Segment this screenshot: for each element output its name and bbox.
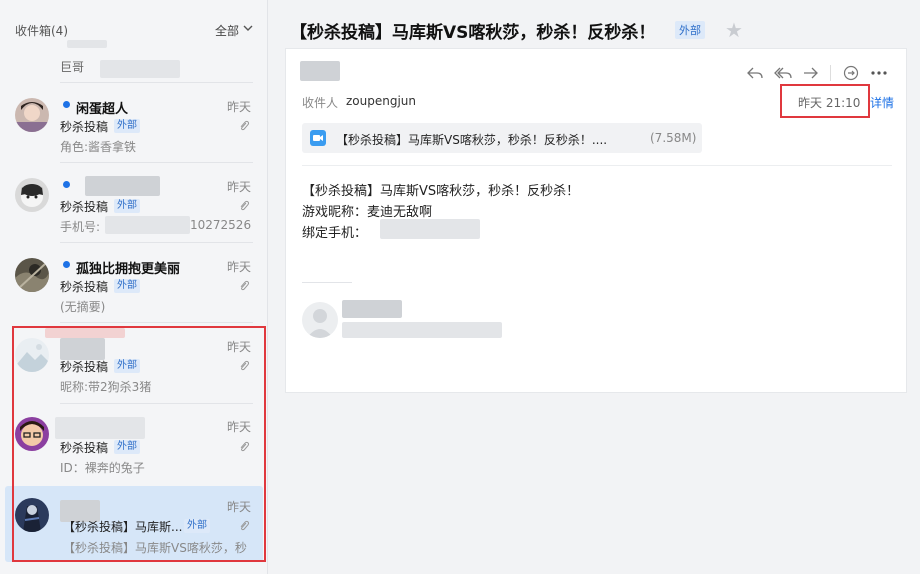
redacted-sender (300, 61, 340, 81)
body-line: 【秒杀投稿】马库斯VS喀秋莎，秒杀！反秒杀！ (302, 184, 580, 199)
item-summary-tail: 10272526 (190, 218, 252, 232)
unread-indicator (63, 261, 70, 268)
recipient-label: 收件人 (302, 96, 339, 110)
redacted-signature (342, 300, 402, 318)
item-sender: 闲蛋超人 (76, 102, 129, 117)
mail-list-item[interactable]: 闲蛋超人 昨天 秒杀投稿 外部 角色:酱香拿铁 (5, 84, 263, 162)
item-date: 昨天 (227, 420, 252, 434)
item-date: 昨天 (227, 180, 252, 194)
item-subject: 秒杀投稿 (60, 360, 109, 374)
item-date: 昨天 (227, 100, 252, 114)
divider (60, 322, 253, 323)
mail-list-item[interactable]: 孤独比拥抱更美丽 昨天 秒杀投稿 外部 (无摘要) (5, 244, 263, 322)
redacted-text (67, 40, 107, 48)
attachment-clip-icon (240, 280, 250, 291)
redacted-sender (60, 338, 105, 360)
body-line: 绑定手机： (302, 226, 368, 241)
signature-avatar (302, 302, 338, 338)
external-badge: 外部 (114, 440, 140, 454)
mail-card: 收件人 zoupengjun 昨天 21:10 详情 【秒杀投稿】马库斯VS喀秋… (285, 48, 907, 393)
menu-dots-icon[interactable] (870, 65, 888, 81)
divider (302, 165, 892, 166)
attachment-clip-icon (240, 441, 250, 452)
mail-subject: 【秒杀投稿】马库斯VS喀秋莎，秒杀！反秒杀！ (290, 23, 656, 43)
redacted-text (100, 60, 180, 78)
video-file-icon (310, 130, 326, 146)
item-summary: ID：裸奔的兔子 (60, 461, 145, 475)
attachment-clip-icon (240, 200, 250, 211)
external-badge: 外部 (114, 359, 140, 373)
attachment-chip[interactable]: 【秒杀投稿】马库斯VS喀秋莎，秒杀！反秒杀！.... (7.58M) (302, 123, 702, 153)
attachment-clip-icon (240, 360, 250, 371)
divider (60, 82, 253, 83)
item-sender: 巨哥 (60, 60, 85, 74)
attachment-clip-icon (240, 120, 250, 131)
unread-indicator (63, 181, 70, 188)
external-badge: 外部 (114, 119, 140, 133)
item-summary: (无摘要) (60, 300, 106, 314)
mail-list-item[interactable]: 昨天 秒杀投稿 外部 昵称:带2狗杀3猪 (5, 324, 263, 402)
chevron-down-icon[interactable] (243, 24, 253, 32)
mail-list-item[interactable]: 巨哥 (5, 36, 263, 80)
mail-list-item[interactable]: 昨天 秒杀投稿 外部 ID：裸奔的兔子 (5, 405, 263, 483)
mail-subject-header: 【秒杀投稿】马库斯VS喀秋莎，秒杀！反秒杀！ 外部 ★ (285, 8, 920, 48)
item-summary: 【秒杀投稿】马库斯VS喀秋莎，秒 (63, 541, 247, 555)
redacted-sender (85, 176, 160, 196)
separator (830, 65, 831, 81)
mail-list-item[interactable]: 昨天 秒杀投稿 外部 手机号: 10272526 (5, 164, 263, 242)
avatar (15, 98, 49, 132)
details-link[interactable]: 详情 (870, 94, 894, 111)
redacted-sender (55, 417, 145, 439)
redacted-text (380, 219, 480, 239)
mail-list-item-selected[interactable]: 昨天 【秒杀投稿】马库斯... 外部 【秒杀投稿】马库斯VS喀秋莎，秒 (5, 486, 263, 562)
avatar (15, 338, 49, 372)
avatar (15, 417, 49, 451)
avatar (15, 258, 49, 292)
item-date: 昨天 (227, 340, 252, 354)
more-actions-icon[interactable] (842, 65, 860, 81)
item-sender: 孤独比拥抱更美丽 (76, 262, 181, 277)
signature-divider (302, 282, 352, 283)
item-subject: 秒杀投稿 (60, 200, 109, 214)
external-badge: 外部 (114, 279, 140, 293)
divider (60, 242, 253, 243)
item-subject: 秒杀投稿 (60, 280, 109, 294)
item-summary: 角色:酱香拿铁 (60, 140, 137, 154)
avatar (15, 498, 49, 532)
avatar (15, 178, 49, 212)
highlight-box (780, 84, 870, 118)
body-line: 游戏昵称：麦迪无敌啊 (302, 205, 433, 220)
mail-list-sidebar: 收件箱(4) 全部 巨哥 闲蛋超人 昨天 秒杀投稿 外部 角色:酱香拿铁 昨天 … (0, 0, 268, 574)
reply-icon[interactable] (746, 65, 764, 81)
item-date: 昨天 (227, 500, 252, 514)
attachment-size: (7.58M) (650, 131, 697, 145)
reply-all-icon[interactable] (774, 65, 792, 81)
attachment-name: 【秒杀投稿】马库斯VS喀秋莎，秒杀！反秒杀！.... (336, 133, 608, 147)
divider (60, 403, 253, 404)
forward-icon[interactable] (802, 65, 820, 81)
item-subject: 秒杀投稿 (60, 120, 109, 134)
unread-indicator (63, 101, 70, 108)
recipient-value[interactable]: zoupengjun (346, 94, 416, 108)
star-icon[interactable]: ★ (725, 18, 743, 42)
divider (60, 162, 253, 163)
item-subject: 秒杀投稿 (60, 441, 109, 455)
redacted-signature (342, 322, 502, 338)
item-summary: 手机号: (60, 220, 101, 234)
external-badge: 外部 (184, 519, 210, 533)
redacted-text (45, 328, 125, 338)
item-date: 昨天 (227, 260, 252, 274)
external-badge: 外部 (675, 21, 705, 39)
item-subject: 【秒杀投稿】马库斯... (63, 520, 183, 534)
external-badge: 外部 (114, 199, 140, 213)
redacted-text (105, 216, 190, 234)
item-summary: 昵称:带2狗杀3猪 (60, 380, 152, 394)
attachment-clip-icon (240, 520, 250, 531)
